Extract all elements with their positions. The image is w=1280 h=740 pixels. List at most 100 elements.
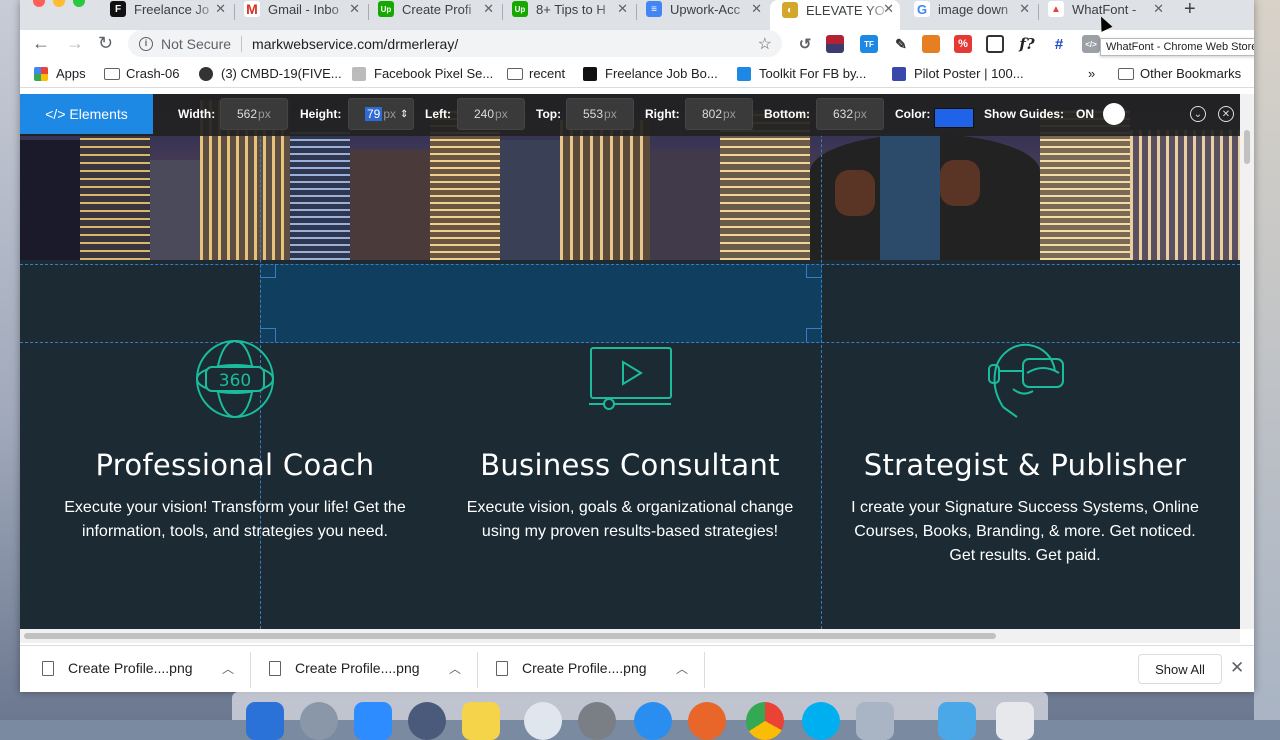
- tab-close-icon[interactable]: ✕: [349, 1, 360, 17]
- tab-close-icon[interactable]: ✕: [751, 1, 762, 17]
- width-field[interactable]: 562 px: [220, 98, 288, 130]
- tab-elevate-active[interactable]: ◐ ELEVATE YO ✕: [770, 0, 900, 30]
- info-icon[interactable]: i: [139, 36, 153, 51]
- bookmark-label: Facebook Pixel Se...: [374, 66, 494, 81]
- service-business-consultant: Business Consultant Execute vision, goal…: [440, 334, 820, 544]
- show-all-button[interactable]: Show All: [1138, 654, 1222, 684]
- launchpad-icon[interactable]: [300, 702, 338, 740]
- percent-extension-icon[interactable]: %: [954, 35, 972, 53]
- close-downloads-icon[interactable]: ✕: [1230, 658, 1244, 678]
- address-bar[interactable]: i Not Secure markwebservice.com/drmerler…: [128, 30, 782, 57]
- skype-icon[interactable]: [802, 702, 840, 740]
- messenger-icon[interactable]: [524, 702, 562, 740]
- bookmark-apps[interactable]: Apps: [34, 66, 86, 81]
- close-window-button[interactable]: [33, 0, 45, 7]
- right-field[interactable]: 802 px: [685, 98, 753, 130]
- zoom-app-icon[interactable]: [354, 702, 392, 740]
- tab-title: image down: [938, 1, 1009, 17]
- bookmark-cmbd[interactable]: (3) CMBD-19(FIVE...: [199, 66, 342, 81]
- guide-color-swatch[interactable]: [934, 108, 974, 128]
- bookmark-label: (3) CMBD-19(FIVE...: [221, 66, 342, 81]
- resize-handle[interactable]: [260, 264, 276, 278]
- firefox-icon[interactable]: [688, 702, 726, 740]
- app-icon[interactable]: [408, 702, 446, 740]
- vertical-scrollbar[interactable]: [1240, 94, 1254, 629]
- screenshot-icon[interactable]: [986, 35, 1004, 53]
- tab-close-icon[interactable]: ✕: [1153, 1, 1164, 17]
- bookmark-freelance[interactable]: Freelance Job Bo...: [583, 66, 718, 81]
- browser-window: F Freelance Jo ✕ M Gmail - Inbo ✕ Up Cre…: [20, 0, 1254, 692]
- download-item[interactable]: Create Profile....png ︿: [269, 660, 461, 676]
- notes-icon[interactable]: [462, 702, 500, 740]
- bookmark-toolkit[interactable]: Toolkit For FB by...: [737, 66, 866, 81]
- tab-create-profile[interactable]: Up Create Profi ✕: [378, 0, 494, 18]
- safari-icon[interactable]: [634, 702, 672, 740]
- history-icon[interactable]: ↺: [796, 35, 814, 53]
- downloads-folder-icon[interactable]: [938, 702, 976, 740]
- tab-close-icon[interactable]: ✕: [883, 1, 894, 17]
- back-icon[interactable]: ←: [32, 33, 50, 54]
- us-flag-icon[interactable]: [826, 35, 844, 53]
- minimize-window-button[interactable]: [53, 0, 65, 7]
- tab-tips[interactable]: Up 8+ Tips to H ✕: [512, 0, 628, 18]
- scroll-thumb[interactable]: [24, 633, 996, 639]
- trash-icon[interactable]: [996, 702, 1034, 740]
- chevron-up-icon[interactable]: ︿: [449, 660, 461, 677]
- bookmark-recent[interactable]: recent: [507, 66, 565, 81]
- code-extension-icon[interactable]: </>: [1082, 35, 1100, 53]
- bookmark-crash[interactable]: Crash-06: [104, 66, 179, 81]
- eyedropper-icon[interactable]: ✎: [892, 35, 910, 53]
- elements-tab[interactable]: </> Elements: [20, 94, 153, 134]
- finder-icon[interactable]: [246, 702, 284, 740]
- tab-close-icon[interactable]: ✕: [617, 1, 628, 17]
- bookmark-pilot-poster[interactable]: Pilot Poster | 100...: [892, 66, 1024, 81]
- tab-freelance[interactable]: F Freelance Jo ✕: [110, 0, 226, 18]
- tab-image-download[interactable]: G image down ✕: [914, 0, 1030, 18]
- other-bookmarks[interactable]: Other Bookmarks: [1118, 66, 1241, 81]
- download-item[interactable]: Create Profile....png ︿: [496, 660, 688, 676]
- show-guides-toggle[interactable]: ON: [1070, 103, 1128, 125]
- height-field[interactable]: 79 px ⇕: [348, 98, 414, 130]
- new-tab-button[interactable]: +: [1184, 0, 1196, 21]
- desktop-right-edge: [1254, 0, 1280, 720]
- resize-handle[interactable]: [806, 264, 822, 278]
- extension-icon[interactable]: [922, 35, 940, 53]
- tab-gmail[interactable]: M Gmail - Inbo ✕: [244, 0, 360, 18]
- horizontal-scrollbar[interactable]: [20, 629, 1240, 643]
- color-label: Color:: [895, 107, 931, 121]
- scroll-thumb[interactable]: [1244, 130, 1250, 164]
- close-icon[interactable]: ✕: [1218, 106, 1234, 122]
- bookmark-fb-pixel[interactable]: Facebook Pixel Se...: [352, 66, 493, 81]
- download-filename: Create Profile....png: [522, 660, 647, 676]
- chevron-up-icon[interactable]: ︿: [676, 660, 688, 677]
- top-field[interactable]: 553 px: [566, 98, 634, 130]
- tab-upwork-docs[interactable]: ≡ Upwork-Acc ✕: [646, 0, 762, 18]
- bookmark-star-icon[interactable]: ☆: [758, 34, 772, 54]
- left-field[interactable]: 240 px: [457, 98, 525, 130]
- tab-close-icon[interactable]: ✕: [1019, 1, 1030, 17]
- url-text[interactable]: markwebservice.com/drmerleray/: [252, 36, 458, 52]
- width-label: Width:: [178, 107, 216, 121]
- zoom-window-button[interactable]: [73, 0, 85, 7]
- bottom-field[interactable]: 632 px: [816, 98, 884, 130]
- toggle-state: ON: [1076, 107, 1094, 121]
- preview-icon[interactable]: [856, 702, 894, 740]
- chrome-icon[interactable]: [746, 702, 784, 740]
- bookmark-label: recent: [529, 66, 566, 81]
- chevron-up-icon[interactable]: ︿: [222, 660, 234, 677]
- download-filename: Create Profile....png: [68, 660, 193, 676]
- height-label: Height:: [300, 107, 342, 121]
- download-item[interactable]: Create Profile....png ︿: [42, 660, 234, 676]
- forward-icon[interactable]: →: [66, 33, 84, 54]
- apps-grid-icon: [34, 66, 48, 81]
- tab-close-icon[interactable]: ✕: [215, 1, 226, 17]
- tab-close-icon[interactable]: ✕: [483, 1, 494, 17]
- collapse-icon[interactable]: ⌄: [1190, 106, 1206, 122]
- grid-extension-icon[interactable]: #: [1050, 35, 1068, 53]
- whatfont-icon[interactable]: f?: [1018, 35, 1036, 53]
- bookmark-label: Pilot Poster | 100...: [914, 66, 1024, 81]
- reload-icon[interactable]: ↻: [98, 33, 113, 54]
- bookmarks-overflow-button[interactable]: »: [1088, 66, 1095, 81]
- system-preferences-icon[interactable]: [578, 702, 616, 740]
- toolkit-extension-icon[interactable]: TF: [860, 35, 878, 53]
